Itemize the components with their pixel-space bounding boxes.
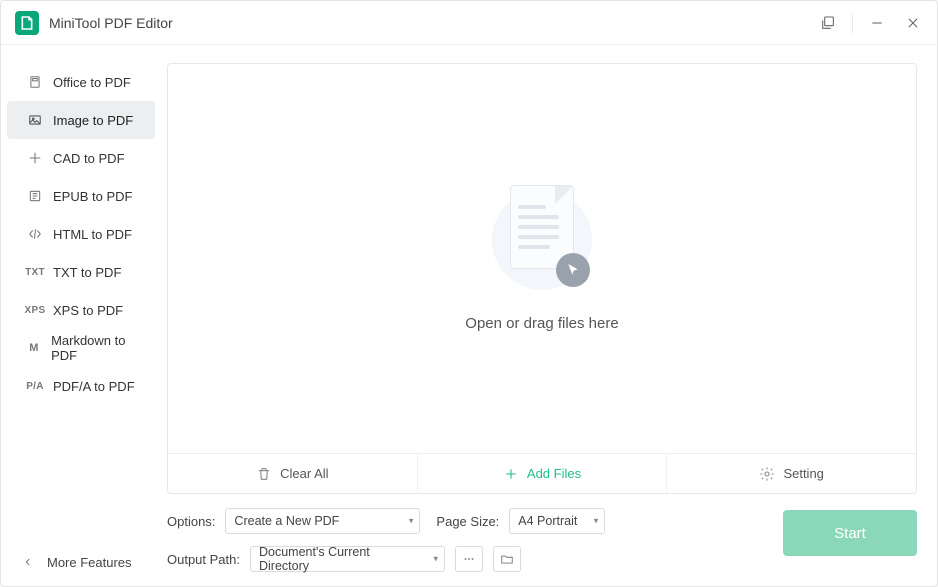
sidebar-item-office-to-pdf[interactable]: Office to PDF: [7, 63, 155, 101]
outputpath-value: Document's Current Directory: [259, 545, 422, 573]
clear-all-label: Clear All: [280, 466, 328, 481]
browse-folder-button[interactable]: [493, 546, 521, 572]
more-options-button[interactable]: [455, 546, 483, 572]
epub-icon: [25, 189, 45, 203]
sidebar-item-label: HTML to PDF: [53, 227, 132, 242]
sidebar-item-label: TXT to PDF: [53, 265, 121, 280]
sidebar-item-image-to-pdf[interactable]: Image to PDF: [7, 101, 155, 139]
sidebar-item-markdown-to-pdf[interactable]: M Markdown to PDF: [7, 329, 155, 367]
more-features-button[interactable]: More Features: [1, 538, 161, 586]
setting-button[interactable]: Setting: [666, 454, 916, 493]
chevron-down-icon: ▾: [409, 516, 414, 527]
options-label: Options:: [167, 514, 215, 529]
minimize-button[interactable]: [859, 5, 895, 41]
sidebar-item-txt-to-pdf[interactable]: TXT TXT to PDF: [7, 253, 155, 291]
sidebar-item-cad-to-pdf[interactable]: CAD to PDF: [7, 139, 155, 177]
chevron-down-icon: ▾: [433, 554, 438, 565]
titlebar-divider: [852, 13, 853, 33]
html-icon: [25, 227, 45, 241]
sidebar: Office to PDF Image to PDF CAD to PDF EP…: [1, 45, 161, 586]
txt-icon: TXT: [25, 267, 45, 278]
dropzone-center: Open or drag files here: [168, 64, 916, 453]
pagesize-label: Page Size:: [436, 514, 499, 529]
image-icon: [25, 113, 45, 127]
outputpath-label: Output Path:: [167, 552, 240, 567]
sidebar-item-epub-to-pdf[interactable]: EPUB to PDF: [7, 177, 155, 215]
outputpath-select[interactable]: Document's Current Directory ▾: [250, 546, 445, 572]
chevron-left-icon: [23, 555, 33, 570]
sidebar-item-label: Image to PDF: [53, 113, 133, 128]
start-label: Start: [834, 525, 866, 542]
titlebar: MiniTool PDF Editor: [1, 1, 937, 45]
add-files-label: Add Files: [527, 466, 581, 481]
options-select[interactable]: Create a New PDF ▾: [225, 508, 420, 534]
office-icon: [25, 75, 45, 89]
pagesize-select[interactable]: A4 Portrait ▾: [509, 508, 605, 534]
xps-icon: XPS: [25, 305, 45, 316]
sidebar-item-html-to-pdf[interactable]: HTML to PDF: [7, 215, 155, 253]
sidebar-item-pdfa-to-pdf[interactable]: P/A PDF/A to PDF: [7, 367, 155, 405]
chevron-down-icon: ▾: [594, 516, 599, 527]
setting-label: Setting: [783, 466, 823, 481]
options-value: Create a New PDF: [234, 514, 339, 528]
sidebar-item-label: PDF/A to PDF: [53, 379, 135, 394]
cad-icon: [25, 151, 45, 165]
sidebar-item-label: CAD to PDF: [53, 151, 125, 166]
sidebar-item-xps-to-pdf[interactable]: XPS XPS to PDF: [7, 291, 155, 329]
sidebar-item-label: XPS to PDF: [53, 303, 123, 318]
sidebar-item-label: EPUB to PDF: [53, 189, 132, 204]
close-button[interactable]: [895, 5, 931, 41]
pdfa-icon: P/A: [25, 381, 45, 392]
start-button[interactable]: Start: [783, 510, 917, 556]
sidebar-item-label: Office to PDF: [53, 75, 131, 90]
app-logo: [15, 11, 39, 35]
clear-all-button[interactable]: Clear All: [168, 454, 417, 493]
more-features-label: More Features: [47, 555, 132, 570]
pagesize-value: A4 Portrait: [518, 514, 577, 528]
bottom-controls: Options: Create a New PDF ▾ Page Size: A…: [167, 494, 917, 572]
duplicate-window-icon[interactable]: [810, 5, 846, 41]
add-files-button[interactable]: Add Files: [417, 454, 667, 493]
app-title: MiniTool PDF Editor: [49, 15, 173, 31]
dropzone-illustration: [482, 185, 602, 295]
dropzone-hint: Open or drag files here: [465, 315, 618, 332]
cursor-icon: [556, 253, 590, 287]
main-panel: Open or drag files here Clear All Add Fi…: [161, 45, 937, 586]
dropzone[interactable]: Open or drag files here Clear All Add Fi…: [167, 63, 917, 494]
markdown-icon: M: [25, 342, 43, 354]
sidebar-item-label: Markdown to PDF: [51, 333, 145, 363]
actionbar: Clear All Add Files Setting: [168, 453, 916, 493]
